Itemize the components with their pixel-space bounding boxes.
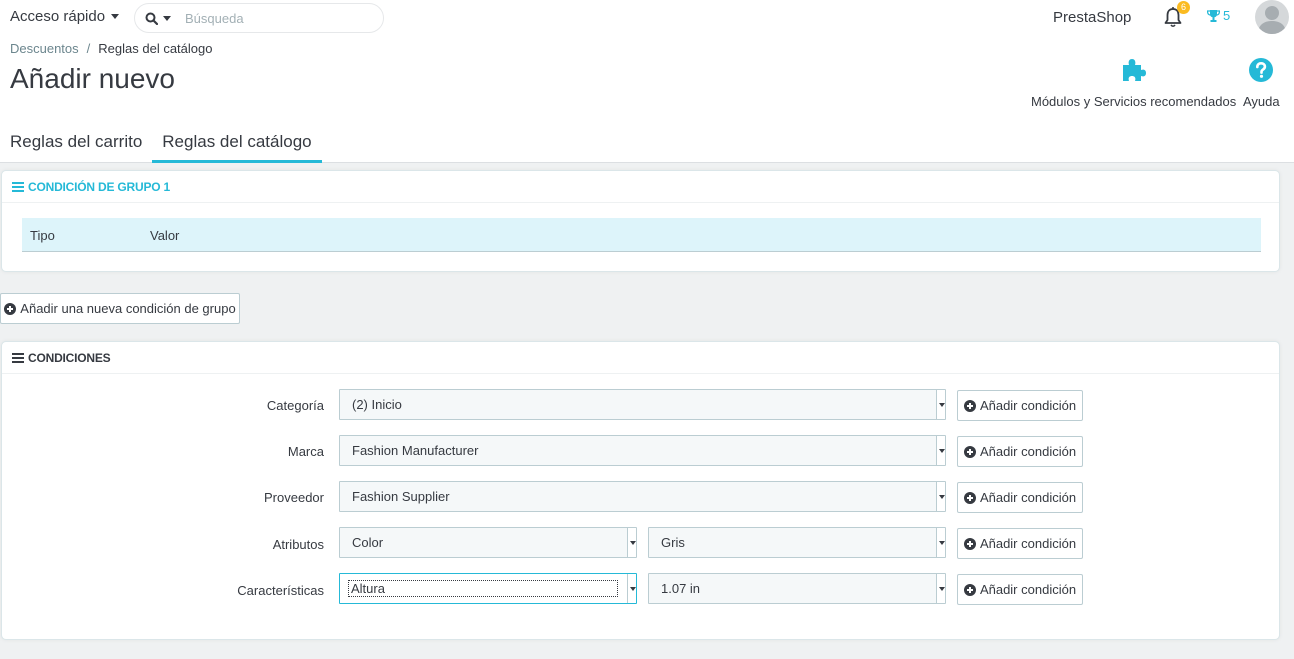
conditions-panel: CONDICIONES Categoría (2) Inicio Añadir … xyxy=(1,341,1280,640)
add-manufacturer-condition-button[interactable]: Añadir condición xyxy=(957,436,1083,467)
add-condition-label: Añadir condición xyxy=(979,444,1077,459)
top-header: Acceso rápido PrestaShop 6 5 xyxy=(0,0,1294,35)
group-condition-panel: CONDICIÓN DE GRUPO 1 Tipo Valor xyxy=(1,170,1280,272)
trophy-icon xyxy=(1207,9,1220,22)
shop-name-link[interactable]: PrestaShop xyxy=(1053,9,1131,26)
chevron-down-icon xyxy=(936,528,945,557)
supplier-select[interactable]: Fashion Supplier xyxy=(339,481,946,512)
list-icon xyxy=(12,181,24,192)
page-title: Añadir nuevo xyxy=(10,63,176,94)
recommended-modules-button[interactable]: Módulos y Servicios recomendados xyxy=(1031,57,1236,109)
notification-count-badge: 6 xyxy=(1177,1,1190,14)
plus-circle-icon xyxy=(963,491,976,504)
feature-group-select[interactable]: Altura xyxy=(339,573,637,604)
manufacturer-label: Marca xyxy=(287,444,324,459)
category-label: Categoría xyxy=(266,398,324,413)
breadcrumb: Descuentos / Reglas del catálogo xyxy=(10,41,212,56)
search-type-dropdown[interactable] xyxy=(135,12,171,25)
chevron-down-icon xyxy=(627,574,636,603)
add-group-condition-button[interactable]: Añadir una nueva condición de grupo xyxy=(0,293,240,324)
puzzle-icon xyxy=(1122,59,1146,81)
page-header: Descuentos / Reglas del catálogo Añadir … xyxy=(0,35,1294,163)
attribute-value-select-value: Gris xyxy=(661,535,685,550)
add-condition-label: Añadir condición xyxy=(979,398,1077,413)
category-select-value: (2) Inicio xyxy=(352,397,402,412)
add-condition-label: Añadir condición xyxy=(979,582,1077,597)
search-icon xyxy=(145,12,158,25)
breadcrumb-parent-link[interactable]: Descuentos xyxy=(10,41,79,56)
column-header-value: Valor xyxy=(150,228,180,243)
attribute-group-select[interactable]: Color xyxy=(339,527,637,558)
plus-circle-icon xyxy=(963,537,976,550)
add-attribute-condition-button[interactable]: Añadir condición xyxy=(957,528,1083,559)
chevron-down-icon xyxy=(936,574,945,603)
add-condition-label: Añadir condición xyxy=(979,536,1077,551)
help-label: Ayuda xyxy=(1243,94,1280,109)
chevron-down-icon xyxy=(936,482,945,511)
attribute-value-select[interactable]: Gris xyxy=(648,527,946,558)
user-avatar[interactable] xyxy=(1255,0,1289,34)
manufacturer-select[interactable]: Fashion Manufacturer xyxy=(339,435,946,466)
breadcrumb-separator: / xyxy=(86,41,91,56)
avatar-icon xyxy=(1258,6,1286,34)
tabs: Reglas del carrito Reglas del catálogo xyxy=(0,128,322,163)
features-label: Características xyxy=(237,583,324,598)
quick-access-label: Acceso rápido xyxy=(10,8,106,25)
attribute-group-select-value: Color xyxy=(352,535,384,550)
group-condition-table-header: Tipo Valor xyxy=(22,218,1261,252)
supplier-label: Proveedor xyxy=(264,490,324,505)
add-group-condition-label: Añadir una nueva condición de grupo xyxy=(20,301,236,316)
chevron-down-icon xyxy=(936,436,945,465)
search-input[interactable] xyxy=(185,10,365,26)
supplier-select-value: Fashion Supplier xyxy=(352,489,450,504)
add-category-condition-button[interactable]: Añadir condición xyxy=(957,390,1083,421)
plus-circle-icon xyxy=(963,445,976,458)
group-condition-title: CONDICIÓN DE GRUPO 1 xyxy=(28,179,171,194)
trophy-button[interactable]: 5 xyxy=(1207,8,1230,23)
help-icon xyxy=(1249,58,1274,82)
tab-cart-rules[interactable]: Reglas del carrito xyxy=(0,128,152,163)
feature-value-select[interactable]: 1.07 in xyxy=(648,573,946,604)
plus-circle-icon xyxy=(4,302,17,315)
list-icon xyxy=(12,352,24,363)
chevron-down-icon xyxy=(627,528,636,557)
plus-circle-icon xyxy=(963,583,976,596)
category-select[interactable]: (2) Inicio xyxy=(339,389,946,420)
column-header-type: Tipo xyxy=(30,228,55,243)
add-supplier-condition-button[interactable]: Añadir condición xyxy=(957,482,1083,513)
quick-access-dropdown[interactable]: Acceso rápido xyxy=(10,8,120,25)
breadcrumb-current: Reglas del catálogo xyxy=(98,41,213,56)
manufacturer-select-value: Fashion Manufacturer xyxy=(352,443,479,458)
attributes-label: Atributos xyxy=(272,537,324,552)
trophy-count: 5 xyxy=(1223,8,1231,23)
add-feature-condition-button[interactable]: Añadir condición xyxy=(957,574,1083,605)
recommended-modules-label: Módulos y Servicios recomendados xyxy=(1031,94,1237,109)
feature-group-select-value: Altura xyxy=(348,580,618,597)
conditions-heading: CONDICIONES xyxy=(2,342,1279,374)
add-condition-label: Añadir condición xyxy=(979,490,1077,505)
help-button[interactable]: Ayuda xyxy=(1243,57,1280,109)
group-condition-heading: CONDICIÓN DE GRUPO 1 xyxy=(2,171,1279,203)
chevron-down-icon xyxy=(936,390,945,419)
tab-catalog-rules[interactable]: Reglas del catálogo xyxy=(152,128,322,163)
search-box xyxy=(134,3,384,33)
conditions-title: CONDICIONES xyxy=(28,350,111,365)
chevron-down-icon xyxy=(163,15,171,21)
plus-circle-icon xyxy=(963,399,976,412)
feature-value-select-value: 1.07 in xyxy=(661,581,701,596)
chevron-down-icon xyxy=(111,14,120,19)
